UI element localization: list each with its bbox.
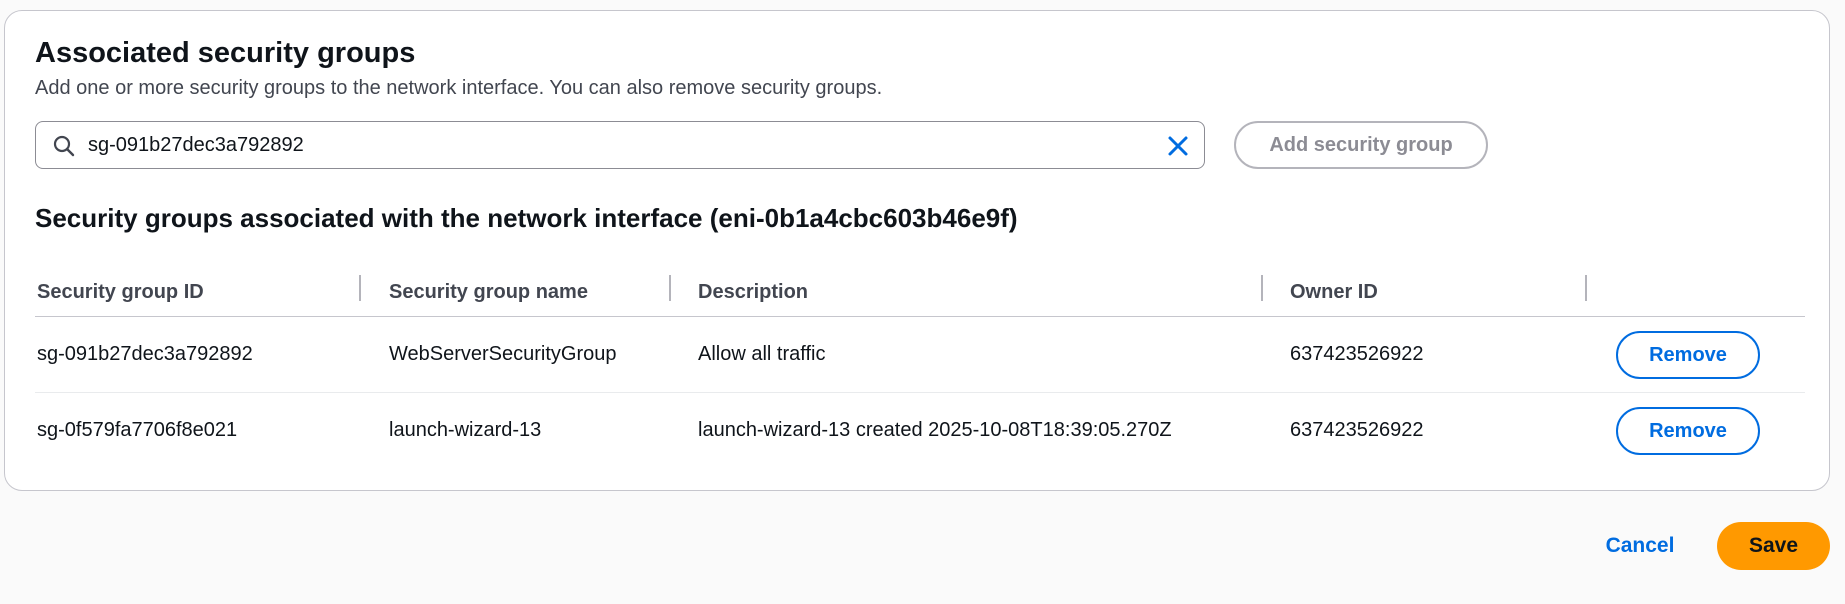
column-divider[interactable]: [1585, 275, 1587, 301]
column-header-security-group-id[interactable]: Security group ID: [37, 281, 204, 304]
security-group-description: Allow all traffic: [698, 343, 826, 365]
table-row: sg-0f579fa7706f8e021 launch-wizard-13 la…: [35, 393, 1805, 469]
search-value[interactable]: sg-091b27dec3a792892: [88, 134, 304, 157]
column-header-owner-id[interactable]: Owner ID: [1290, 281, 1378, 304]
owner-id: 637423526922: [1290, 419, 1424, 441]
table-row: sg-091b27dec3a792892 WebServerSecurityGr…: [35, 317, 1805, 393]
table-header: Security group ID Security group name De…: [35, 273, 1805, 317]
remove-button[interactable]: Remove: [1616, 407, 1760, 455]
column-divider[interactable]: [359, 275, 361, 301]
security-groups-panel: Associated security groups Add one or mo…: [4, 10, 1830, 491]
security-group-name: WebServerSecurityGroup: [389, 343, 617, 365]
search-input[interactable]: sg-091b27dec3a792892: [35, 121, 1205, 169]
section-description: Add one or more security groups to the n…: [35, 77, 883, 99]
add-security-group-button[interactable]: Add security group: [1234, 121, 1488, 169]
column-header-security-group-name[interactable]: Security group name: [389, 281, 588, 304]
security-group-id: sg-091b27dec3a792892: [37, 343, 253, 365]
cancel-button[interactable]: Cancel: [1590, 522, 1690, 570]
security-group-id: sg-0f579fa7706f8e021: [37, 419, 238, 441]
security-group-name: launch-wizard-13: [389, 419, 542, 441]
remove-button[interactable]: Remove: [1616, 331, 1760, 379]
column-divider[interactable]: [1261, 275, 1263, 301]
close-icon[interactable]: [1164, 132, 1192, 160]
column-header-description[interactable]: Description: [698, 281, 808, 304]
owner-id: 637423526922: [1290, 343, 1424, 365]
section-title: Associated security groups: [35, 37, 416, 69]
security-group-description: launch-wizard-13 created 2025-10-08T18:3…: [698, 419, 1172, 441]
save-button[interactable]: Save: [1717, 522, 1830, 570]
table-title: Security groups associated with the netw…: [35, 203, 1018, 233]
column-divider[interactable]: [669, 275, 671, 301]
search-icon: [53, 135, 75, 157]
